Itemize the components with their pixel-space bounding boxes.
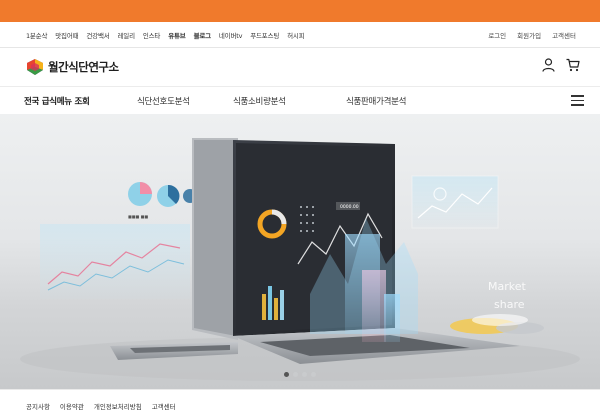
customer-center-link[interactable]: 고객센터	[552, 30, 576, 40]
logo-mark-icon[interactable]	[25, 57, 45, 77]
utility-link[interactable]: 블로그	[194, 30, 212, 40]
utility-bar: 1분순삭 맛집어때 건강백서 레일리 인스타 유튜브 블로그 네이버tv 푸드포…	[0, 22, 600, 48]
utility-link[interactable]: 1분순삭	[26, 30, 47, 40]
hero-overlay-text-2: share	[494, 298, 525, 311]
footer-links: 공지사항 이용약관 개인정보처리방침 고객센터	[26, 401, 176, 411]
footer-link-privacy[interactable]: 개인정보처리방침	[94, 401, 142, 411]
top-accent-bar	[0, 0, 600, 22]
header: 월간식단연구소	[0, 48, 600, 86]
hero-illustration: ■■■ ■■ 0000.00 Market share	[20, 138, 580, 381]
hero-banner[interactable]: ■■■ ■■ 0000.00 Market share	[0, 114, 600, 389]
user-icon[interactable]	[542, 58, 555, 72]
utility-link[interactable]: 맛집어때	[55, 30, 78, 40]
nav-item-diet-preference[interactable]: 식단선호도분석	[137, 95, 190, 107]
nav-item-food-price[interactable]: 식품판매가격분석	[346, 95, 406, 107]
footer: 공지사항 이용약관 개인정보처리방침 고객센터	[0, 389, 600, 419]
carousel-dot-4[interactable]	[311, 372, 316, 377]
utility-link[interactable]: 네이버tv	[219, 30, 243, 40]
utility-link[interactable]: 푸드포스팅	[250, 30, 279, 40]
utility-links-right: 로그인 회원가입 고객센터	[488, 30, 576, 40]
login-link[interactable]: 로그인	[488, 30, 506, 40]
utility-links-left: 1분순삭 맛집어때 건강백서 레일리 인스타 유튜브 블로그 네이버tv 푸드포…	[26, 30, 305, 40]
footer-link-notice[interactable]: 공지사항	[26, 401, 50, 411]
footer-link-terms[interactable]: 이용약관	[60, 401, 84, 411]
footer-link-customer-center[interactable]: 고객센터	[152, 401, 176, 411]
utility-link[interactable]: 허시피	[287, 30, 305, 40]
nav-item-school-meal-search[interactable]: 전국 급식메뉴 조회	[24, 95, 90, 107]
utility-link[interactable]: 인스타	[143, 30, 161, 40]
svg-text:■■■ ■■: ■■■ ■■	[128, 214, 148, 219]
utility-link[interactable]: 유튜브	[168, 30, 186, 40]
carousel-dot-2[interactable]	[293, 372, 298, 377]
main-nav: 전국 급식메뉴 조회 식단선호도분석 식품소비량분석 식품판매가격분석	[0, 86, 600, 114]
nav-item-food-consumption[interactable]: 식품소비량분석	[233, 95, 286, 107]
signup-link[interactable]: 회원가입	[517, 30, 541, 40]
hero-chart-title: 0000.00	[340, 204, 359, 210]
carousel-dot-3[interactable]	[302, 372, 307, 377]
carousel-pagination	[0, 372, 600, 380]
hero-overlay-text-1: Market	[488, 280, 526, 293]
brand-name[interactable]: 월간식단연구소	[48, 59, 119, 75]
utility-link[interactable]: 레일리	[118, 30, 136, 40]
utility-link[interactable]: 건강백서	[86, 30, 109, 40]
cart-icon[interactable]	[566, 58, 580, 72]
carousel-dot-1[interactable]	[284, 372, 289, 377]
hamburger-menu-icon[interactable]	[571, 95, 584, 106]
